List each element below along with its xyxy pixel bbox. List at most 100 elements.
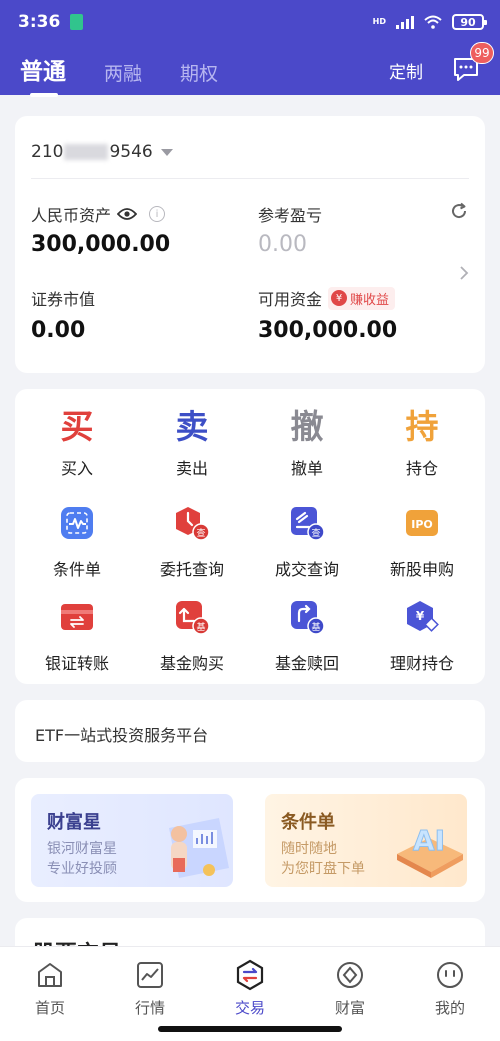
earn-yield-badge[interactable]: ¥ 赚收益 (328, 286, 396, 310)
conditional-order-banner-line1: 随时随地 (281, 841, 337, 857)
wifi-icon (424, 15, 442, 29)
top-header: 3:36 HD 90 普通 两融 期权 定制 99 (0, 0, 500, 97)
ipo-subscribe-label: 新股申购 (389, 560, 454, 579)
etf-platform-text: ETF一站式投资服务平台 (35, 726, 209, 745)
nav-wealth[interactable]: 财富 (300, 959, 400, 1018)
chevron-right-icon[interactable] (459, 266, 469, 280)
eye-icon[interactable] (117, 207, 138, 221)
deal-query-label: 成交查询 (274, 560, 339, 579)
wealth-holding-icon-text: ¥ (416, 609, 425, 623)
ref-pnl-label-row: 参考盈亏 (258, 202, 322, 226)
order-query-button[interactable]: 查 委托查询 (142, 505, 242, 580)
status-time: 3:36 (18, 12, 61, 32)
nav-wealth-label: 财富 (334, 999, 365, 1017)
securities-value-label-row: 证券市值 (31, 286, 95, 310)
fund-redeem-label: 基金赎回 (274, 654, 339, 673)
fund-redeem-button[interactable]: 基 基金赎回 (257, 599, 357, 674)
home-icon (38, 963, 62, 987)
wealth-holding-icon: ¥ (407, 601, 439, 632)
ipo-icon: IPO (406, 510, 438, 536)
refresh-icon[interactable] (450, 202, 468, 220)
conditional-order-label: 条件单 (52, 560, 101, 579)
account-number-suffix: 9546 (109, 142, 153, 162)
divider (31, 178, 469, 179)
svg-text:查: 查 (311, 527, 320, 539)
rmb-assets-value: 300,000.00 (31, 232, 171, 257)
ipo-subscribe-button[interactable]: IPO 新股申购 (372, 505, 472, 580)
etf-platform-entry[interactable]: ETF一站式投资服务平台 (15, 700, 485, 762)
caret-down-icon (160, 148, 173, 156)
trade-functions-card: 买 买入 卖 卖出 撤 撤单 持 持仓 条件单 查 委托查询 查 成交查询 IP… (15, 389, 485, 684)
account-number-prefix: 210 (31, 142, 64, 162)
nav-profile-label: 我的 (434, 999, 465, 1017)
tab-margin[interactable]: 两融 (104, 59, 142, 86)
account-summary-card: 210 9546 人民币资产 i 300,000.00 参考盈亏 0.00 证券… (15, 116, 485, 373)
fund-buy-icon: 基 (176, 601, 210, 635)
securities-value-label: 证券市值 (31, 290, 96, 309)
tab-options[interactable]: 期权 (180, 59, 218, 86)
bank-transfer-icon (61, 604, 93, 630)
signal-icon (396, 15, 414, 29)
bank-transfer-button[interactable]: 银证转账 (27, 599, 127, 674)
message-count-badge: 99 (470, 42, 494, 64)
profile-icon (437, 962, 463, 988)
securities-value: 0.00 (31, 318, 86, 343)
trade-icon (236, 959, 264, 991)
nav-market[interactable]: 行情 (100, 959, 200, 1018)
rmb-assets-label-row: 人民币资产 i (31, 202, 166, 226)
network-type: HD (372, 17, 386, 26)
conditional-order-banner[interactable]: 条件单 随时随地 为您盯盘下单 AI (265, 794, 467, 887)
masked-digits (64, 144, 109, 160)
svg-text:基: 基 (196, 621, 205, 633)
sim-icon (70, 14, 84, 30)
rmb-assets-label: 人民币资产 (31, 206, 112, 225)
account-type-tabs: 普通 两融 期权 (20, 52, 256, 97)
buy-label: 买入 (60, 459, 93, 478)
nav-profile[interactable]: 我的 (400, 959, 500, 1018)
positions-label: 持仓 (405, 459, 438, 478)
sell-button[interactable]: 卖 卖出 (142, 407, 242, 479)
wealth-star-line1: 银河财富星 (47, 841, 117, 857)
chart-icon (137, 962, 163, 988)
nav-trade-label: 交易 (234, 999, 265, 1017)
positions-button[interactable]: 持 持仓 (372, 407, 472, 479)
advisor-illustration-icon (169, 818, 229, 878)
tab-normal[interactable]: 普通 (20, 52, 66, 97)
fund-buy-button[interactable]: 基 基金购买 (142, 599, 242, 674)
order-query-label: 委托查询 (159, 560, 224, 579)
waveform-icon (61, 507, 93, 539)
buy-button[interactable]: 买 买入 (27, 407, 127, 479)
order-query-icon: 查 (176, 507, 210, 541)
info-icon[interactable]: i (149, 206, 166, 222)
conditional-order-button[interactable]: 条件单 (27, 505, 127, 580)
earn-yield-label: 赚收益 (350, 292, 390, 308)
deal-query-button[interactable]: 查 成交查询 (257, 505, 357, 580)
nav-trade[interactable]: 交易 (200, 959, 300, 1018)
buy-char: 买 (60, 407, 94, 446)
svg-text:基: 基 (311, 621, 320, 633)
wealth-holding-button[interactable]: ¥ 理财持仓 (372, 599, 472, 674)
fund-buy-label: 基金购买 (159, 654, 224, 673)
nav-home[interactable]: 首页 (0, 959, 100, 1018)
status-indicators: HD 90 (372, 14, 487, 30)
available-funds-label-row: 可用资金 ¥ 赚收益 (258, 286, 396, 310)
promo-banners-card: 财富星 银河财富星 专业好投顾 条件单 随时随地 为您盯盘下单 AI (15, 778, 485, 902)
ai-illustration-icon: AI (397, 824, 463, 878)
customize-button[interactable]: 定制 (389, 58, 423, 83)
conditional-order-banner-line2: 为您盯盘下单 (281, 861, 365, 877)
positions-char: 持 (405, 407, 439, 446)
svg-text:AI: AI (413, 824, 445, 857)
ref-pnl-value: 0.00 (258, 232, 307, 257)
bank-transfer-label: 银证转账 (44, 654, 109, 673)
svg-text:查: 查 (196, 527, 205, 539)
cancel-order-button[interactable]: 撤 撤单 (257, 407, 357, 479)
wealth-star-banner[interactable]: 财富星 银河财富星 专业好投顾 (31, 794, 233, 887)
nav-market-label: 行情 (134, 999, 165, 1017)
wealth-icon (337, 962, 363, 988)
sell-label: 卖出 (175, 459, 208, 478)
conditional-order-banner-title: 条件单 (281, 812, 335, 833)
ref-pnl-label: 参考盈亏 (258, 206, 323, 225)
wealth-star-line2: 专业好投顾 (47, 861, 117, 877)
account-selector[interactable]: 210 9546 (31, 142, 173, 162)
sell-char: 卖 (175, 407, 209, 446)
